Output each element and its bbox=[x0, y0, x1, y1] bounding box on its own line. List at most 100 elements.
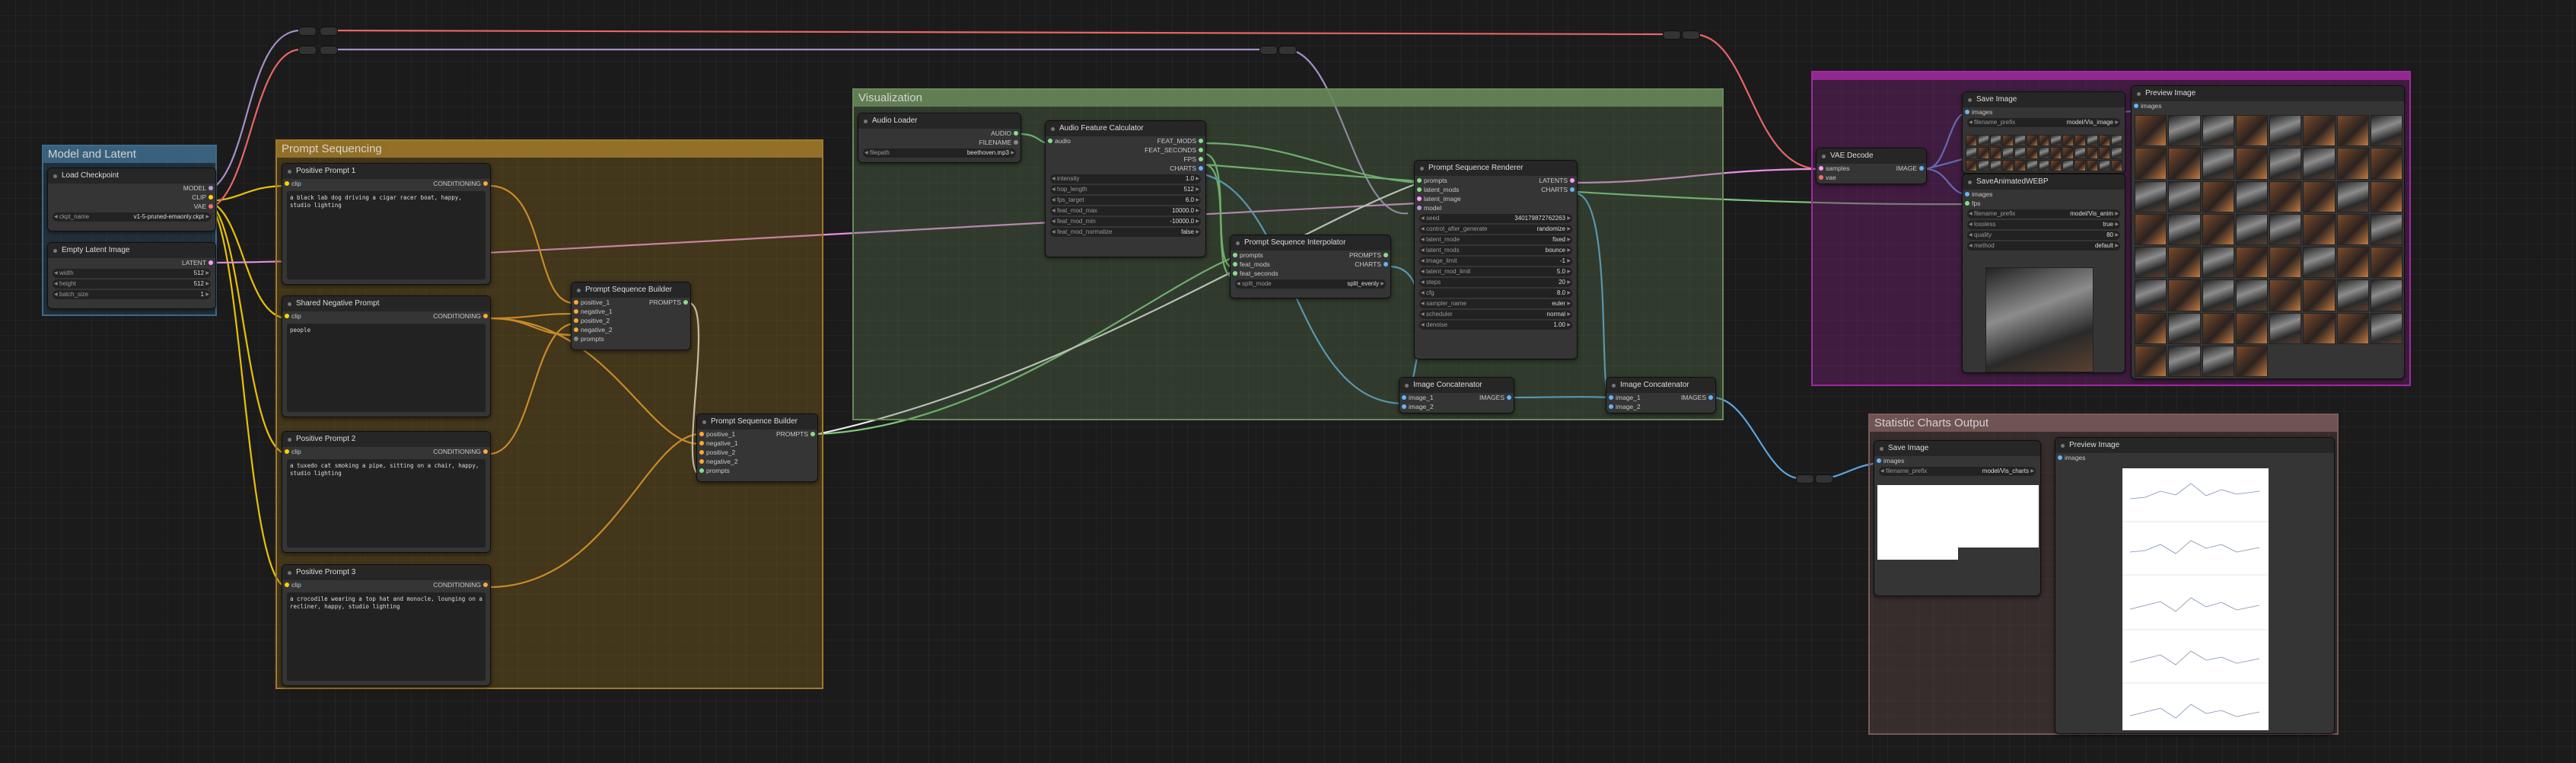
generated-image-thumbnail[interactable] bbox=[1989, 159, 2001, 171]
output-clip[interactable]: CLIP bbox=[48, 193, 215, 202]
node-title[interactable]: Shared Negative Prompt bbox=[282, 296, 490, 311]
output-latent[interactable]: LATENT bbox=[48, 258, 215, 267]
slot-dot-icon[interactable] bbox=[1402, 404, 1406, 409]
generated-image-thumbnail[interactable] bbox=[2168, 115, 2201, 147]
input-prompts[interactable]: prompts bbox=[1415, 176, 1461, 185]
input-model[interactable]: model bbox=[1415, 203, 1461, 212]
slot-dot-icon[interactable] bbox=[1417, 196, 1422, 201]
node-save-image[interactable]: Save Image images filename_prefix model/V… bbox=[1962, 91, 2125, 174]
widget-latent-mode[interactable]: latent_mode fixed bbox=[1419, 235, 1572, 244]
input-image-1[interactable]: image_1 bbox=[1399, 393, 1434, 402]
output-prompts[interactable]: PROMPTS bbox=[649, 298, 690, 307]
generated-image-thumbnail[interactable] bbox=[1977, 147, 1989, 159]
widget-latent-mods[interactable]: latent_mods bounce bbox=[1419, 246, 1572, 255]
widget-filepath[interactable]: filepath beethoven.mp3 bbox=[863, 148, 1016, 158]
generated-image-thumbnail[interactable] bbox=[2269, 115, 2302, 147]
generated-image-thumbnail[interactable] bbox=[2235, 180, 2268, 212]
input-images[interactable]: images bbox=[1963, 190, 2125, 199]
generated-image-thumbnail[interactable] bbox=[2026, 147, 2038, 159]
generated-image-thumbnail[interactable] bbox=[2168, 213, 2201, 245]
output-conditioning[interactable]: CONDITIONING bbox=[433, 311, 490, 321]
input-fps[interactable]: fps bbox=[1963, 199, 2125, 208]
node-prompt-sequence-interpolator[interactable]: Prompt Sequence Interpolator prompts fea… bbox=[1230, 235, 1391, 298]
generated-image-thumbnail[interactable] bbox=[2336, 180, 2369, 212]
generated-image-thumbnail[interactable] bbox=[2135, 279, 2167, 311]
generated-image-thumbnail[interactable] bbox=[2303, 115, 2336, 147]
generated-image-thumbnail[interactable] bbox=[2235, 312, 2268, 344]
input-negative-2[interactable]: negative_2 bbox=[572, 325, 613, 334]
node-title[interactable]: Positive Prompt 3 bbox=[282, 565, 490, 580]
generated-image-thumbnail[interactable] bbox=[2111, 159, 2122, 171]
generated-image-thumbnail[interactable] bbox=[2074, 159, 2087, 171]
slot-dot-icon[interactable] bbox=[1877, 458, 1881, 463]
generated-image-thumbnail[interactable] bbox=[2202, 115, 2234, 147]
node-image-concatenator-2[interactable]: Image Concatenator image_1 image_2 IMAGE… bbox=[1606, 377, 1716, 413]
output-conditioning[interactable]: CONDITIONING bbox=[433, 179, 490, 188]
generated-image-thumbnail[interactable] bbox=[2370, 279, 2402, 311]
slot-dot-icon[interactable] bbox=[1965, 110, 1969, 114]
generated-image-thumbnail[interactable] bbox=[2202, 148, 2234, 180]
generated-image-thumbnail[interactable] bbox=[2168, 279, 2201, 311]
input-latent-image[interactable]: latent_image bbox=[1415, 194, 1461, 203]
node-title[interactable]: Prompt Sequence Builder bbox=[697, 414, 817, 429]
slot-dot-icon[interactable] bbox=[1199, 148, 1203, 152]
widget-hop-length[interactable]: hop_length 512 bbox=[1050, 185, 1201, 194]
slot-dot-icon[interactable] bbox=[574, 309, 578, 314]
input-feat-mods[interactable]: feat_mods bbox=[1231, 260, 1278, 269]
generated-image-thumbnail[interactable] bbox=[2038, 159, 2050, 171]
slot-dot-icon[interactable] bbox=[1402, 395, 1406, 400]
slot-dot-icon[interactable] bbox=[2058, 455, 2062, 460]
widget-sampler-name[interactable]: sampler_name euler bbox=[1419, 299, 1572, 308]
generated-image-thumbnail[interactable] bbox=[2269, 247, 2302, 279]
generated-image-thumbnail[interactable] bbox=[1966, 135, 1977, 147]
output-filename[interactable]: FILENAME bbox=[858, 138, 1021, 147]
slot-dot-icon[interactable] bbox=[1233, 271, 1237, 276]
generated-image-thumbnail[interactable] bbox=[2135, 345, 2167, 377]
slot-dot-icon[interactable] bbox=[1199, 166, 1203, 171]
widget-batch-size[interactable]: batch_size 1 bbox=[53, 290, 211, 299]
slot-dot-icon[interactable] bbox=[285, 449, 289, 454]
generated-image-thumbnail[interactable] bbox=[2026, 159, 2038, 171]
generated-image-thumbnail[interactable] bbox=[2026, 135, 2038, 147]
widget-intensity[interactable]: intensity 1.0 bbox=[1050, 174, 1201, 184]
generated-image-thumbnail[interactable] bbox=[2001, 147, 2014, 159]
node-image-concatenator-1[interactable]: Image Concatenator image_1 image_2 IMAGE… bbox=[1399, 377, 1514, 413]
generated-image-thumbnail[interactable] bbox=[2087, 159, 2099, 171]
input-image-2[interactable]: image_2 bbox=[1399, 402, 1434, 411]
generated-image-thumbnail[interactable] bbox=[2099, 159, 2111, 171]
generated-image-thumbnail[interactable] bbox=[2336, 148, 2369, 180]
slot-dot-icon[interactable] bbox=[1919, 166, 1924, 171]
input-negative-1[interactable]: negative_1 bbox=[572, 307, 613, 316]
widget-scheduler[interactable]: scheduler normal bbox=[1419, 310, 1572, 319]
slot-dot-icon[interactable] bbox=[483, 181, 488, 186]
node-audio-loader[interactable]: Audio Loader AUDIO FILENAME filepath beet… bbox=[858, 113, 1021, 163]
output-feat-seconds[interactable]: FEAT_SECONDS bbox=[1145, 145, 1205, 155]
node-title[interactable]: Prompt Sequence Renderer bbox=[1415, 161, 1577, 176]
generated-image-thumbnail[interactable] bbox=[1966, 159, 1977, 171]
node-title[interactable]: Prompt Sequence Interpolator bbox=[1231, 235, 1390, 251]
generated-image-thumbnail[interactable] bbox=[2038, 135, 2050, 147]
generated-image-thumbnail[interactable] bbox=[2235, 148, 2268, 180]
slot-dot-icon[interactable] bbox=[1417, 206, 1422, 210]
generated-image-thumbnail[interactable] bbox=[2062, 135, 2074, 147]
input-prompts[interactable]: prompts bbox=[697, 466, 738, 475]
node-prompt-sequence-renderer[interactable]: Prompt Sequence Renderer prompts latent_… bbox=[1414, 160, 1578, 359]
generated-image-thumbnail[interactable] bbox=[2269, 312, 2302, 344]
node-title[interactable]: Audio Feature Calculator bbox=[1046, 121, 1205, 136]
generated-image-thumbnail[interactable] bbox=[2135, 115, 2167, 147]
slot-dot-icon[interactable] bbox=[1199, 157, 1203, 161]
slot-dot-icon[interactable] bbox=[1384, 262, 1388, 267]
generated-image-thumbnail[interactable] bbox=[2050, 147, 2062, 159]
generated-image-thumbnail[interactable] bbox=[2336, 279, 2369, 311]
generated-image-thumbnail[interactable] bbox=[2202, 180, 2234, 212]
slot-dot-icon[interactable] bbox=[699, 441, 704, 445]
node-title[interactable]: Save Image bbox=[1963, 92, 2125, 107]
generated-image-thumbnail[interactable] bbox=[2202, 312, 2234, 344]
input-images[interactable]: images bbox=[2055, 453, 2334, 462]
generated-image-thumbnail[interactable] bbox=[2135, 148, 2167, 180]
widget-height[interactable]: height 512 bbox=[53, 279, 211, 289]
slot-dot-icon[interactable] bbox=[574, 327, 578, 332]
generated-image-thumbnail[interactable] bbox=[2370, 148, 2402, 180]
node-empty-latent-image[interactable]: Empty Latent Image LATENT width 512 heigh… bbox=[47, 242, 216, 309]
input-vae[interactable]: vae bbox=[1817, 173, 1850, 182]
